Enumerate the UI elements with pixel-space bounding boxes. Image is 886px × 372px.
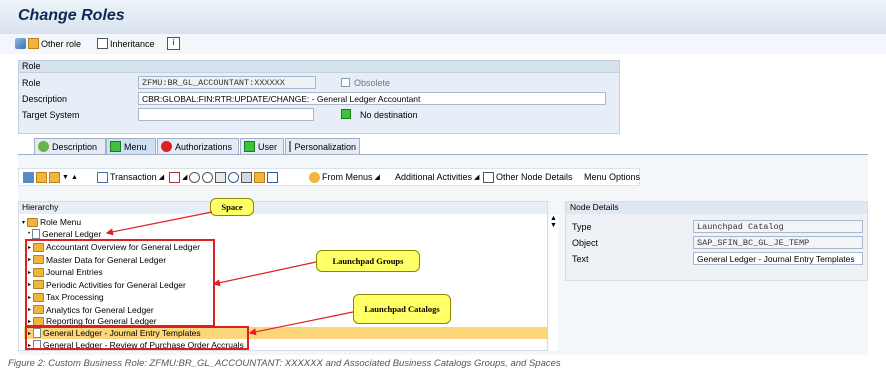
annotation-arrows: [105, 211, 354, 336]
figure-caption: Figure 2: Custom Business Role: ZFMU:BR_…: [8, 358, 561, 369]
groups-arrow: [212, 261, 317, 287]
catalogs-arrow: [248, 311, 354, 336]
space-arrow: [105, 211, 213, 236]
